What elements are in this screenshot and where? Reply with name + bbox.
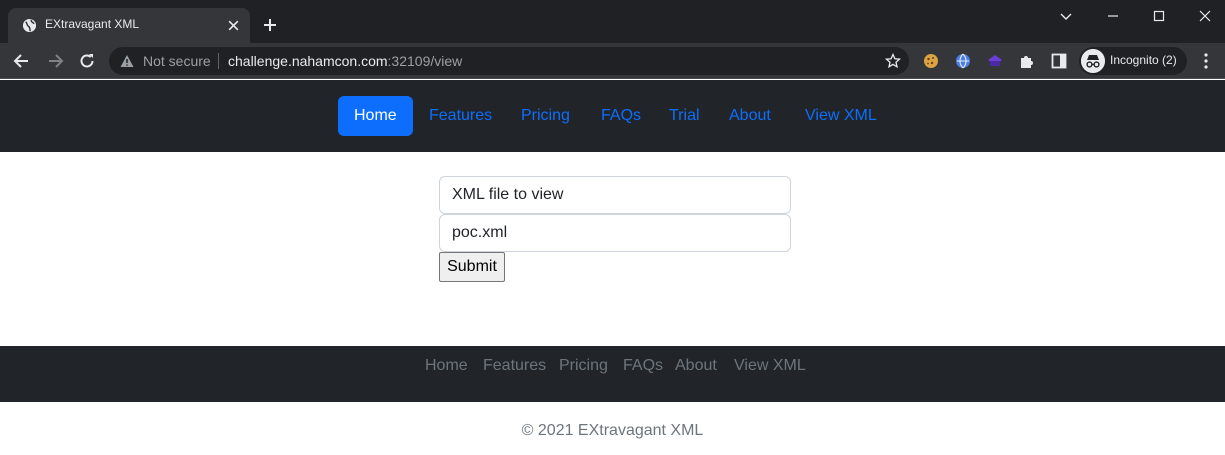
footer-link-about[interactable]: About [675,357,717,375]
incognito-label: Incognito (2) [1110,53,1177,67]
browser-toolbar: Not secure challenge.nahamcon.com:32109/… [0,43,1225,117]
minimize-icon[interactable] [1105,8,1121,24]
side-panel-icon[interactable] [1050,52,1068,70]
xml-file-input[interactable] [439,214,791,252]
hacker-extension-icon[interactable] [986,52,1004,70]
footer-nav: Home Features Pricing FAQs About View XM… [0,346,1225,402]
reload-icon[interactable] [77,51,97,71]
nav-features[interactable]: Features [413,96,508,136]
url-host: challenge.nahamcon.com [228,53,388,69]
top-navbar: Home Features Pricing FAQs Trial About V… [0,80,1225,152]
globe-icon [22,18,37,33]
security-label: Not secure [143,53,211,69]
browser-title-bar: EXtravagant XML [0,0,1225,43]
cookie-extension-icon[interactable] [922,52,940,70]
puzzle-extensions-icon[interactable] [1018,52,1036,70]
footer-link-view-xml[interactable]: View XML [734,357,806,375]
incognito-button[interactable]: Incognito (2) [1079,47,1187,75]
address-bar[interactable]: Not secure challenge.nahamcon.com:32109/… [109,47,909,75]
footer-link-home[interactable]: Home [425,357,468,375]
network-extension-icon[interactable] [954,52,972,70]
submit-button[interactable]: Submit [439,252,505,282]
browser-tab[interactable]: EXtravagant XML [8,8,250,43]
close-window-icon[interactable] [1197,8,1213,24]
footer-link-features[interactable]: Features [483,357,546,375]
nav-view-xml[interactable]: View XML [789,96,893,136]
tab-title: EXtravagant XML [45,17,140,31]
browser-menu-icon[interactable] [1199,52,1213,70]
nav-home[interactable]: Home [338,96,413,136]
nav-trial[interactable]: Trial [653,96,716,136]
warning-icon[interactable] [120,54,134,68]
nav-about[interactable]: About [713,96,787,136]
xml-file-placeholder-input[interactable] [439,176,791,214]
close-tab-icon[interactable] [227,19,240,32]
nav-faqs[interactable]: FAQs [585,96,657,136]
bookmark-star-icon[interactable] [885,53,901,69]
back-icon[interactable] [12,51,32,71]
nav-pricing[interactable]: Pricing [505,96,586,136]
url-path: :32109/view [387,53,463,69]
omnibox-divider [218,53,219,69]
footer-link-pricing[interactable]: Pricing [559,357,608,375]
tab-search-icon[interactable] [1058,8,1074,24]
forward-icon[interactable] [45,51,65,71]
url-text[interactable]: challenge.nahamcon.com:32109/view [228,53,462,69]
copyright-text: © 2021 EXtravagant XML [521,422,704,439]
footer-link-faqs[interactable]: FAQs [623,357,663,375]
new-tab-icon[interactable] [262,17,278,33]
incognito-icon [1081,49,1105,73]
maximize-icon[interactable] [1151,8,1167,24]
